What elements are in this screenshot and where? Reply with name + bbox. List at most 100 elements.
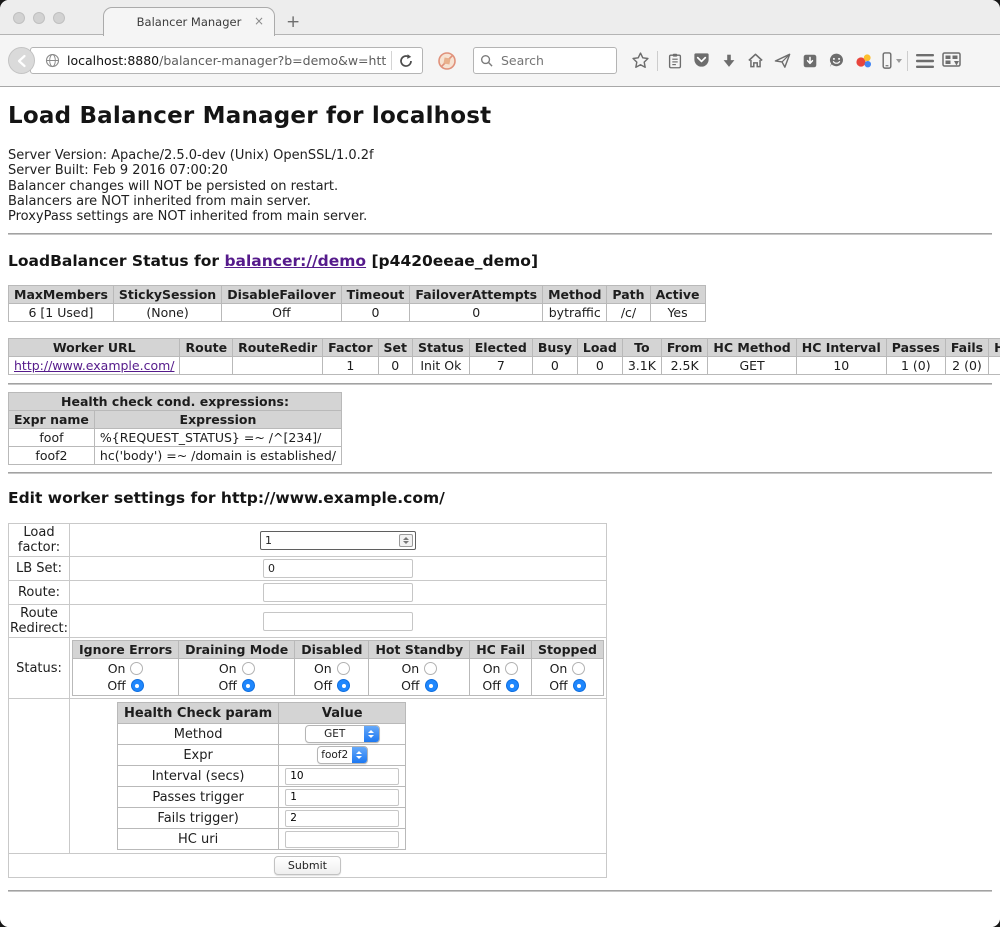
passes-input[interactable] <box>285 789 399 806</box>
reading-list-icon[interactable] <box>661 47 688 74</box>
cell-expr-name: foof2 <box>9 447 95 465</box>
submit-button[interactable]: Submit <box>274 856 341 875</box>
browser-window: Balancer Manager × + localhost:8880/bala… <box>0 0 1000 927</box>
tab-balancer-manager[interactable]: Balancer Manager × <box>103 7 275 36</box>
form-row-load-factor: Load factor: <box>9 524 607 557</box>
route-redirect-input[interactable] <box>263 612 413 631</box>
search-bar[interactable] <box>473 47 617 74</box>
disabled-off-radio[interactable] <box>337 679 350 692</box>
col-hc-value: Value <box>279 703 406 724</box>
downloads-icon[interactable] <box>715 47 742 74</box>
cell-failoverattempts: 0 <box>410 304 543 322</box>
cell-hc-method: GET <box>708 357 796 375</box>
cell-from: 2.5K <box>661 357 708 375</box>
form-row-route-redirect: Route Redirect: <box>9 605 607 638</box>
chat-smiley-icon[interactable] <box>823 47 850 74</box>
col-routeredir: RouteRedir <box>233 339 323 357</box>
cell-to: 3.1K <box>622 357 661 375</box>
col-status: Status <box>413 339 470 357</box>
draining-mode-off-radio[interactable] <box>242 679 255 692</box>
ignore-errors-off-radio[interactable] <box>131 679 144 692</box>
minimize-window-button[interactable] <box>33 12 45 24</box>
divider <box>8 383 992 385</box>
divider <box>8 472 992 474</box>
col-set: Set <box>378 339 412 357</box>
reload-icon[interactable] <box>398 53 414 69</box>
pocket-icon[interactable] <box>688 47 715 74</box>
on-label: On <box>108 661 126 676</box>
hot-standby-on-radio[interactable] <box>424 662 437 675</box>
tab-close-icon[interactable]: × <box>254 14 264 28</box>
interval-input[interactable] <box>285 768 399 785</box>
col-hc-uri: HC uri <box>989 339 1000 357</box>
disabled-on-radio[interactable] <box>337 662 350 675</box>
plugin-blocked-icon[interactable] <box>437 51 457 71</box>
fails-input[interactable] <box>285 810 399 827</box>
health-check-expressions-table: Health check cond. expressions: Expr nam… <box>8 392 342 465</box>
lb-set-label: LB Set: <box>9 557 70 581</box>
col-stopped: Stopped <box>532 641 604 659</box>
worker-url-link[interactable]: http://www.example.com/ <box>14 358 174 373</box>
number-stepper-icon[interactable] <box>399 534 413 547</box>
hc-uri-input[interactable] <box>285 831 399 848</box>
load-factor-input[interactable] <box>260 531 416 550</box>
tab-groups-icon[interactable] <box>938 47 965 74</box>
hc-expr-title: Health check cond. expressions: <box>9 393 342 411</box>
url-bar[interactable]: localhost:8880/balancer-manager?b=demo&w… <box>30 47 423 74</box>
cell-stickysession: (None) <box>113 304 221 322</box>
fails-label: Fails trigger) <box>118 808 279 829</box>
close-window-button[interactable] <box>13 12 25 24</box>
save-to-pocket-icon[interactable] <box>796 47 823 74</box>
page-content: Load Balancer Manager for localhost Serv… <box>0 87 1000 927</box>
on-label: On <box>483 661 501 676</box>
off-label: Off <box>401 678 419 693</box>
lb-set-input[interactable] <box>263 559 413 578</box>
menu-hamburger-icon[interactable] <box>911 47 938 74</box>
hc-fail-on-radio[interactable] <box>505 662 518 675</box>
hc-fail-off-radio[interactable] <box>506 679 519 692</box>
cell-passes: 1 (0) <box>886 357 945 375</box>
hot-standby-off-radio[interactable] <box>425 679 438 692</box>
form-row-route: Route: <box>9 581 607 605</box>
on-label: On <box>219 661 237 676</box>
health-check-spacer <box>9 699 70 854</box>
edit-worker-form: Load factor: LB Set: Route: Route Redire… <box>8 523 607 878</box>
draining-mode-on-radio[interactable] <box>242 662 255 675</box>
stopped-off-radio[interactable] <box>573 679 586 692</box>
search-input[interactable] <box>499 52 599 69</box>
send-tab-icon[interactable] <box>769 47 796 74</box>
device-extension-icon[interactable] <box>877 47 904 74</box>
hc-row-expr: Expr foof2 <box>118 745 406 766</box>
cell-active: Yes <box>650 304 705 322</box>
route-input[interactable] <box>263 583 413 602</box>
back-button[interactable] <box>8 47 35 74</box>
bookmark-star-icon[interactable] <box>627 47 654 74</box>
off-label: Off <box>218 678 236 693</box>
stopped-on-radio[interactable] <box>572 662 585 675</box>
url-text[interactable]: localhost:8880/balancer-manager?b=demo&w… <box>67 53 387 68</box>
balancer-status-table: MaxMembers StickySession DisableFailover… <box>8 285 706 322</box>
expr-select[interactable]: foof2 <box>317 746 368 764</box>
off-label: Off <box>314 678 332 693</box>
method-selected-value: GET <box>306 726 364 742</box>
zoom-window-button[interactable] <box>53 12 65 24</box>
home-icon[interactable] <box>742 47 769 74</box>
cell-method: bytraffic <box>543 304 607 322</box>
balancer-demo-link[interactable]: balancer://demo <box>224 252 366 270</box>
cell-timeout: 0 <box>341 304 410 322</box>
urlbar-divider <box>391 51 392 70</box>
on-label: On <box>550 661 568 676</box>
col-hc-param: Health Check param <box>118 703 279 724</box>
chevron-down-icon <box>896 59 902 63</box>
table-title-row: Health check cond. expressions: <box>9 393 342 411</box>
passes-label: Passes trigger <box>118 787 279 808</box>
method-select[interactable]: GET <box>305 725 380 743</box>
ignore-errors-on-radio[interactable] <box>130 662 143 675</box>
expr-label: Expr <box>118 745 279 766</box>
colorful-extension-icon[interactable] <box>850 47 877 74</box>
col-expr-name: Expr name <box>9 411 95 429</box>
new-tab-button[interactable]: + <box>286 12 300 32</box>
col-path: Path <box>607 286 650 304</box>
cell-elected: 7 <box>469 357 532 375</box>
col-passes: Passes <box>886 339 945 357</box>
